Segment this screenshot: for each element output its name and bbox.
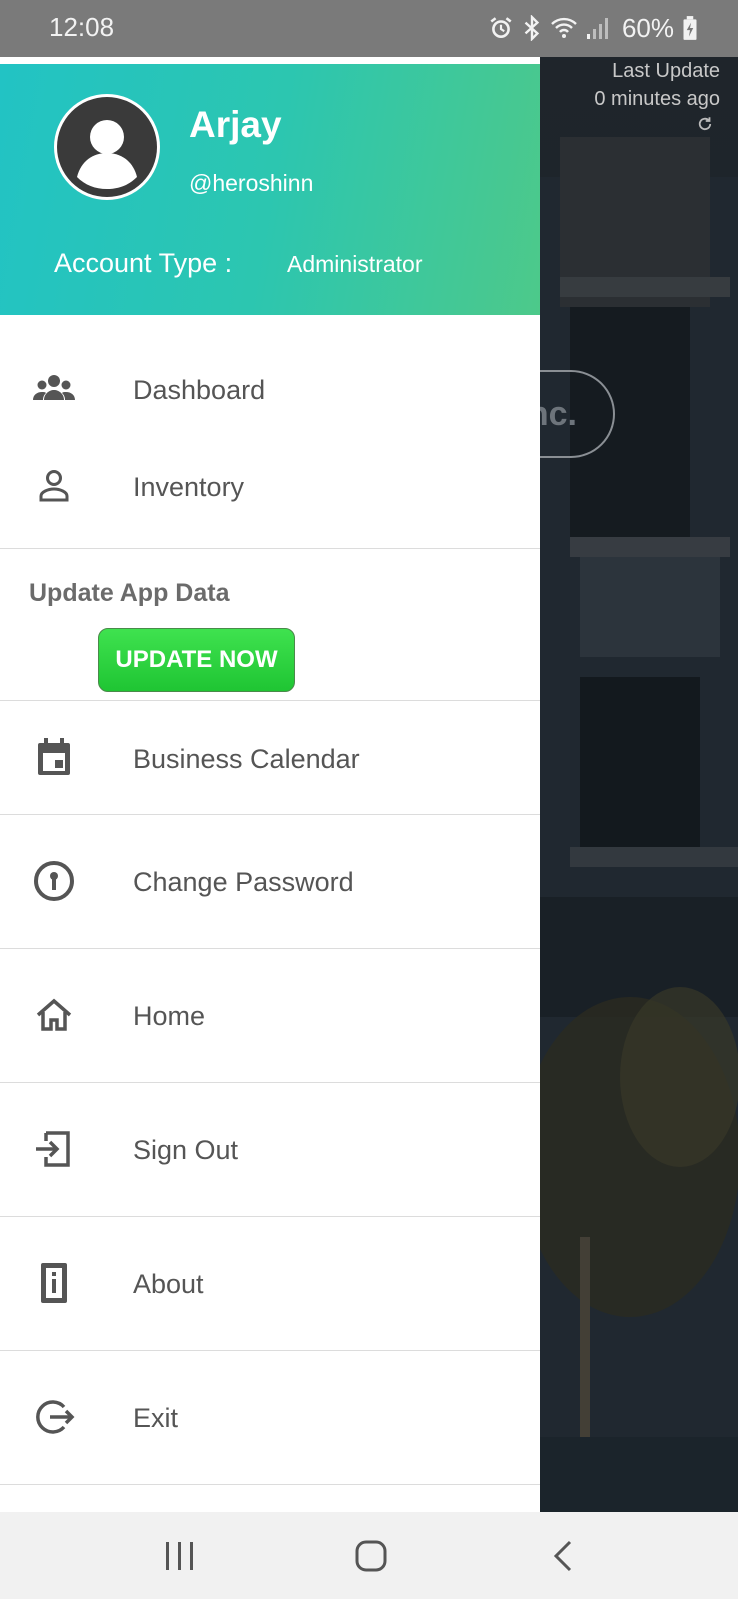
menu-item-about[interactable]: About bbox=[0, 1217, 540, 1350]
home-circle-icon[interactable] bbox=[349, 1534, 393, 1578]
menu-item-label: About bbox=[133, 1269, 204, 1299]
status-bar: 12:08 60% bbox=[0, 0, 738, 57]
avatar[interactable] bbox=[54, 94, 160, 200]
system-nav-bar bbox=[0, 1512, 738, 1599]
recents-icon[interactable] bbox=[158, 1534, 202, 1578]
navigation-drawer: Arjay @heroshinn Account Type : Administ… bbox=[0, 57, 540, 1512]
account-type-value: Administrator bbox=[287, 251, 423, 277]
sign-out-icon bbox=[36, 1131, 70, 1167]
signal-icon bbox=[586, 18, 608, 39]
battery-icon bbox=[683, 16, 697, 40]
menu-item-change-password[interactable]: Change Password bbox=[0, 815, 540, 948]
menu-item-label: Dashboard bbox=[133, 375, 266, 405]
menu-item-label: Sign Out bbox=[133, 1135, 239, 1165]
person-icon bbox=[39, 470, 69, 502]
company-name-fragment: nc. bbox=[540, 394, 577, 433]
home-icon bbox=[36, 998, 72, 1031]
password-icon bbox=[34, 861, 74, 901]
menu-item-label: Change Password bbox=[133, 867, 354, 897]
background-scrim[interactable] bbox=[540, 57, 738, 1512]
divider bbox=[0, 548, 540, 549]
update-section-title: Update App Data bbox=[29, 579, 230, 607]
group-icon bbox=[33, 375, 75, 400]
avatar-icon bbox=[57, 97, 157, 197]
back-icon[interactable] bbox=[542, 1534, 586, 1578]
menu-item-label: Business Calendar bbox=[133, 744, 360, 774]
wifi-icon bbox=[551, 17, 577, 38]
menu-item-home[interactable]: Home bbox=[0, 949, 540, 1082]
last-update-value: 0 minutes ago bbox=[594, 88, 720, 110]
divider bbox=[0, 1484, 540, 1485]
alarm-icon bbox=[490, 17, 512, 38]
battery-percent: 60% bbox=[621, 12, 674, 43]
refresh-icon[interactable] bbox=[696, 115, 714, 133]
update-now-button[interactable]: UPDATE NOW bbox=[98, 628, 295, 692]
status-icons: 60% bbox=[488, 10, 698, 46]
exit-icon bbox=[36, 1400, 75, 1434]
status-time: 12:08 bbox=[49, 12, 115, 42]
user-handle: @heroshinn bbox=[189, 170, 314, 196]
menu-item-label: Exit bbox=[133, 1403, 179, 1433]
menu-item-business-calendar[interactable]: Business Calendar bbox=[0, 701, 540, 814]
background-app: Last Update 0 minutes ago nc. bbox=[540, 57, 738, 1512]
account-type-label: Account Type : bbox=[54, 248, 233, 278]
bluetooth-icon bbox=[524, 15, 540, 41]
menu-item-inventory[interactable]: Inventory bbox=[0, 449, 540, 529]
info-icon bbox=[41, 1263, 67, 1303]
last-update: Last Update 0 minutes ago bbox=[594, 57, 720, 113]
calendar-icon bbox=[38, 738, 70, 775]
drawer-header: Arjay @heroshinn Account Type : Administ… bbox=[0, 64, 540, 315]
menu-item-label: Home bbox=[133, 1001, 206, 1031]
last-update-label: Last Update bbox=[612, 60, 720, 82]
menu-item-sign-out[interactable]: Sign Out bbox=[0, 1083, 540, 1216]
menu-item-label: Inventory bbox=[133, 472, 245, 502]
screen: 12:08 60% Last Update 0 minutes ago c. A… bbox=[0, 0, 738, 1599]
user-name: Arjay bbox=[189, 104, 282, 145]
menu-item-exit[interactable]: Exit bbox=[0, 1351, 540, 1484]
menu-item-dashboard[interactable]: Dashboard bbox=[0, 352, 540, 432]
